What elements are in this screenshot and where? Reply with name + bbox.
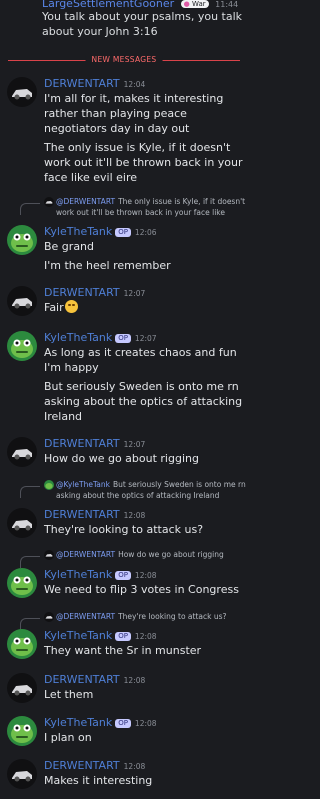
frog-avatar-icon[interactable]	[7, 568, 37, 598]
grin-emoji-icon	[64, 300, 78, 313]
message-text: I'm all for it, makes it interesting rat…	[44, 92, 224, 135]
op-badge: OP	[115, 571, 131, 580]
username[interactable]: LargeSettlementGooner	[42, 0, 174, 9]
message-text: But seriously Sweden is onto me rn askin…	[44, 380, 243, 423]
frog-avatar-icon[interactable]	[7, 225, 37, 255]
timestamp: 12:04	[123, 80, 146, 89]
timestamp: 12:08	[123, 511, 146, 520]
car-avatar-icon[interactable]	[7, 673, 37, 703]
car-avatar-icon[interactable]	[7, 77, 37, 107]
message-text: Let them	[44, 688, 94, 701]
reply-text: How do we go about rigging	[118, 550, 224, 559]
reply-text: They're looking to attack us?	[118, 612, 227, 621]
car-avatar-icon[interactable]	[7, 759, 37, 789]
op-badge: OP	[115, 334, 131, 343]
frog-avatar-icon	[44, 480, 54, 490]
message-text: I'm the heel remember	[44, 259, 171, 272]
reply-mention: @KyleTheTank	[56, 480, 110, 489]
timestamp: 12:08	[134, 632, 157, 641]
timestamp: 11:44	[215, 0, 239, 9]
username[interactable]: DERWENTART	[44, 77, 120, 90]
car-avatar-icon[interactable]	[7, 437, 37, 467]
reply-mention: @DERWENTART	[56, 197, 116, 206]
message-text: Fair	[44, 301, 64, 314]
new-messages-divider: NEW MESSAGES	[8, 55, 240, 65]
op-badge: OP	[115, 719, 131, 728]
timestamp: 12:08	[123, 762, 146, 771]
car-avatar-icon	[44, 197, 54, 207]
frog-avatar-icon[interactable]	[7, 629, 37, 659]
car-avatar-icon	[44, 612, 54, 622]
username[interactable]: DERWENTART	[44, 286, 120, 299]
message-text: Makes it interesting	[44, 774, 153, 787]
message-text: The only issue is Kyle, if it doesn't wo…	[44, 141, 243, 184]
timestamp: 12:07	[123, 289, 146, 298]
message-text: They want the Sr in munster	[44, 644, 202, 657]
reply-mention: @DERWENTART	[56, 612, 116, 621]
username[interactable]: KyleTheTank	[44, 331, 112, 344]
timestamp: 12:08	[134, 571, 157, 580]
username[interactable]: DERWENTART	[44, 508, 120, 521]
message-text: We need to flip 3 votes in Congress	[44, 583, 239, 596]
car-avatar-icon[interactable]	[7, 508, 37, 538]
reply-mention: @DERWENTART	[56, 550, 116, 559]
message-text: How do we go about rigging	[44, 452, 199, 465]
message-text: As long as it creates chaos and fun I'm …	[44, 346, 237, 374]
timestamp: 12:08	[134, 719, 157, 728]
username[interactable]: KyleTheTank	[44, 716, 112, 729]
timestamp: 12:06	[134, 228, 157, 237]
role-badge: ● War	[180, 0, 209, 8]
username[interactable]: KyleTheTank	[44, 568, 112, 581]
username[interactable]: DERWENTART	[44, 759, 120, 772]
timestamp: 12:07	[134, 334, 157, 343]
frog-avatar-icon[interactable]	[7, 716, 37, 746]
car-avatar-icon[interactable]	[7, 286, 37, 316]
message-text: I plan on	[44, 731, 92, 744]
username[interactable]: DERWENTART	[44, 437, 120, 450]
frog-avatar-icon[interactable]	[7, 331, 37, 361]
op-badge: OP	[115, 632, 131, 641]
timestamp: 12:07	[123, 440, 146, 449]
message-text: Be grand	[44, 240, 95, 253]
timestamp: 12:08	[123, 676, 146, 685]
message-top: LargeSettlementGooner ● War 11:44 You ta…	[42, 0, 246, 39]
username[interactable]: KyleTheTank	[44, 225, 112, 238]
car-avatar-icon	[44, 550, 54, 560]
chat-log: LargeSettlementGooner ● War 11:44 You ta…	[0, 0, 248, 799]
username[interactable]: KyleTheTank	[44, 629, 112, 642]
message-text: You talk about your psalms, you talk abo…	[42, 10, 243, 38]
op-badge: OP	[115, 228, 131, 237]
message-text: They're looking to attack us?	[44, 523, 204, 536]
username[interactable]: DERWENTART	[44, 673, 120, 686]
